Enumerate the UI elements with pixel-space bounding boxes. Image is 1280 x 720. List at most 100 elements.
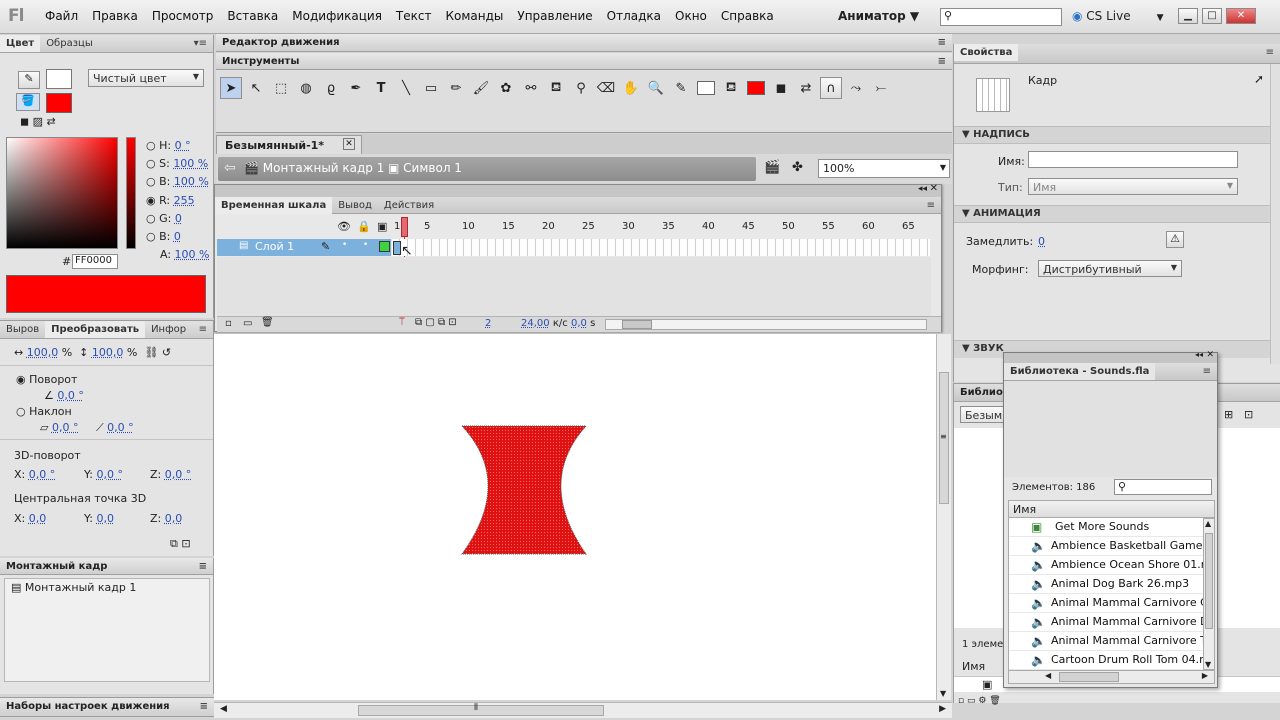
center3d-x[interactable]: 0,0 bbox=[29, 512, 47, 525]
edit-symbol-icon[interactable]: ✤ bbox=[792, 160, 803, 175]
visibility-dot[interactable]: • bbox=[342, 240, 347, 250]
library-item[interactable]: 🔈 Animal Dog Bark 26.mp3 bbox=[1009, 575, 1203, 594]
current-frame-value[interactable]: 2 bbox=[485, 318, 491, 329]
tab-color[interactable]: Цвет bbox=[0, 35, 41, 52]
free-transform-tool-icon[interactable]: ⬚ bbox=[270, 77, 292, 99]
text-tool-icon[interactable]: T bbox=[370, 77, 392, 99]
r-value[interactable]: 255 bbox=[174, 194, 195, 207]
eyedropper-tool-icon[interactable]: ⚲ bbox=[570, 77, 592, 99]
library-item[interactable]: 🔈 Cartoon Drum Roll Tom 04.mp bbox=[1009, 651, 1203, 670]
width-pct[interactable]: 100,0 bbox=[27, 346, 59, 359]
type-select[interactable]: Имя ▼ bbox=[1028, 178, 1238, 195]
deco-tool-icon[interactable]: ✿ bbox=[495, 77, 517, 99]
animation-section-header[interactable]: ▼ АНИМАЦИЯ bbox=[954, 205, 1280, 223]
timeline-vscroll[interactable] bbox=[927, 239, 939, 315]
panel-menu-icon[interactable]: ≡ bbox=[938, 37, 946, 48]
library-hscroll[interactable]: ◀ ▶ bbox=[1008, 670, 1215, 684]
tab-info[interactable]: Инфор bbox=[145, 321, 192, 338]
stage-hscroll[interactable]: ◀ ⦀ ▶ bbox=[214, 702, 952, 718]
pin-library-icon[interactable]: ⊡ bbox=[1244, 408, 1253, 421]
stage-vscroll[interactable]: ≡ ▼ bbox=[936, 334, 951, 700]
pencil-tool-icon[interactable]: ✏ bbox=[445, 77, 467, 99]
panel-menu-icon[interactable]: ≡ bbox=[199, 561, 207, 572]
collapse-icon[interactable]: ◂◂ bbox=[1195, 350, 1203, 359]
line-tool-icon[interactable]: ╲ bbox=[395, 77, 417, 99]
document-tab[interactable]: Безымянный-1* ✕ bbox=[216, 135, 362, 154]
menu-insert[interactable]: Вставка bbox=[220, 9, 285, 23]
new-folder-icon[interactable]: ▭ bbox=[243, 318, 252, 329]
panel-menu-icon[interactable]: ≡ bbox=[200, 701, 208, 712]
default-colors-icon[interactable]: ◼ bbox=[770, 77, 792, 99]
new-layer-icon[interactable]: ▫ bbox=[225, 318, 232, 329]
s-value[interactable]: 100 % bbox=[173, 157, 208, 170]
color-picker-field[interactable] bbox=[6, 137, 118, 249]
workspace-switcher[interactable]: Аниматор ▼ bbox=[838, 9, 919, 23]
breadcrumb-scene[interactable]: 🎬 Монтажный кадр 1 bbox=[244, 161, 384, 175]
transform-footer-icons[interactable]: ⧉ ⊡ bbox=[170, 537, 191, 551]
link-icon[interactable]: ⛓ bbox=[144, 346, 158, 359]
panel-menu-icon[interactable]: ≡ bbox=[1266, 47, 1274, 58]
skew-h-value[interactable]: 0,0 ° bbox=[52, 421, 79, 434]
tab-swatches[interactable]: Образцы bbox=[40, 35, 99, 52]
menu-view[interactable]: Просмотр bbox=[145, 9, 221, 23]
stroke-color-tool-icon[interactable]: ✎ bbox=[670, 77, 692, 99]
selection-tool-icon[interactable]: ➤ bbox=[220, 77, 242, 99]
scroll-left-icon[interactable]: ◀ bbox=[220, 704, 227, 714]
fps-value[interactable]: 24,00 bbox=[521, 318, 550, 329]
subselection-tool-icon[interactable]: ↖ bbox=[245, 77, 267, 99]
keyframe[interactable] bbox=[393, 241, 401, 255]
scroll-down-icon[interactable]: ▼ bbox=[940, 689, 946, 698]
time-value[interactable]: 0,0 bbox=[571, 318, 587, 329]
menu-text[interactable]: Текст bbox=[389, 9, 439, 23]
layer-color-box[interactable] bbox=[379, 241, 390, 252]
library-name-header[interactable]: Имя bbox=[1008, 500, 1215, 518]
brightness-slider[interactable] bbox=[126, 137, 136, 249]
fill-color-tool-icon[interactable]: ⛾ bbox=[720, 77, 742, 99]
fill-swatch-tool[interactable] bbox=[745, 77, 767, 99]
close-tab-icon[interactable]: ✕ bbox=[343, 138, 355, 150]
frame-ruler[interactable]: 1 5 10 15 20 25 30 35 40 45 50 55 60 65 bbox=[392, 216, 932, 238]
rot3d-z[interactable]: 0,0 ° bbox=[165, 468, 192, 481]
motion-editor-header[interactable]: Редактор движения ≡ bbox=[216, 34, 952, 52]
label-section-header[interactable]: ▼ НАДПИСЬ bbox=[954, 126, 1280, 144]
back-arrow-icon[interactable]: ⇦ bbox=[224, 160, 236, 176]
skew-v-value[interactable]: 0,0 ° bbox=[107, 421, 134, 434]
brush-tool-icon[interactable]: 🖌 bbox=[470, 77, 492, 99]
menu-help[interactable]: Справка bbox=[714, 9, 781, 23]
new-library-icon[interactable]: ⊞ bbox=[1224, 408, 1233, 421]
rot3d-x[interactable]: 0,0 ° bbox=[29, 468, 56, 481]
alpha-value[interactable]: 100 % bbox=[175, 248, 210, 261]
scroll-left-icon[interactable]: ◀ bbox=[1045, 671, 1051, 680]
center3d-y[interactable]: 0,0 bbox=[96, 512, 114, 525]
library-search-input[interactable]: ⚲ bbox=[1114, 479, 1212, 495]
zoom-select[interactable]: 100% ▼ bbox=[818, 159, 950, 178]
scroll-down-icon[interactable]: ▼ bbox=[1205, 660, 1211, 669]
eye-icon[interactable]: 👁 bbox=[337, 220, 351, 233]
scene-item[interactable]: ▤ Монтажный кадр 1 bbox=[5, 579, 209, 596]
edit-scene-icon[interactable]: 🎬 bbox=[764, 160, 780, 175]
timeline-hscroll[interactable] bbox=[605, 319, 927, 330]
tween-select[interactable]: Дистрибутивный ▼ bbox=[1038, 260, 1182, 277]
height-pct[interactable]: 100,0 bbox=[92, 346, 124, 359]
hex-input[interactable]: FF0000 bbox=[72, 254, 118, 269]
center-frame-icon[interactable]: ⟙ bbox=[399, 317, 405, 328]
bone-tool-icon[interactable]: ⚯ bbox=[520, 77, 542, 99]
stroke-swatch-tool[interactable] bbox=[695, 77, 717, 99]
swap-colors-icon[interactable]: ⇄ bbox=[795, 77, 817, 99]
rot3d-y[interactable]: 0,0 ° bbox=[96, 468, 123, 481]
tab-transform[interactable]: Преобразовать bbox=[45, 321, 146, 338]
tab-output[interactable]: Вывод bbox=[332, 197, 378, 214]
tab-actions[interactable]: Действия bbox=[378, 197, 440, 214]
fill-color-icon[interactable]: 🪣 bbox=[16, 93, 40, 111]
tab-properties[interactable]: Свойства bbox=[954, 44, 1019, 61]
menu-window[interactable]: Окно bbox=[668, 9, 714, 23]
library-item[interactable]: 🔈 Ambience Basketball Game Gi bbox=[1009, 537, 1203, 556]
maximize-button[interactable]: □ bbox=[1202, 8, 1222, 24]
swap-colors-icons[interactable]: ◼ ▨ ⇄ bbox=[20, 115, 56, 128]
warning-icon[interactable]: ⚠ bbox=[1166, 231, 1184, 248]
lock-dot[interactable]: • bbox=[363, 240, 368, 250]
h-value[interactable]: 0 ° bbox=[175, 139, 191, 152]
center3d-z[interactable]: 0,0 bbox=[165, 512, 183, 525]
outline-icon[interactable]: ▣ bbox=[377, 220, 387, 233]
collapse-icon[interactable]: ◂◂ bbox=[918, 184, 927, 194]
